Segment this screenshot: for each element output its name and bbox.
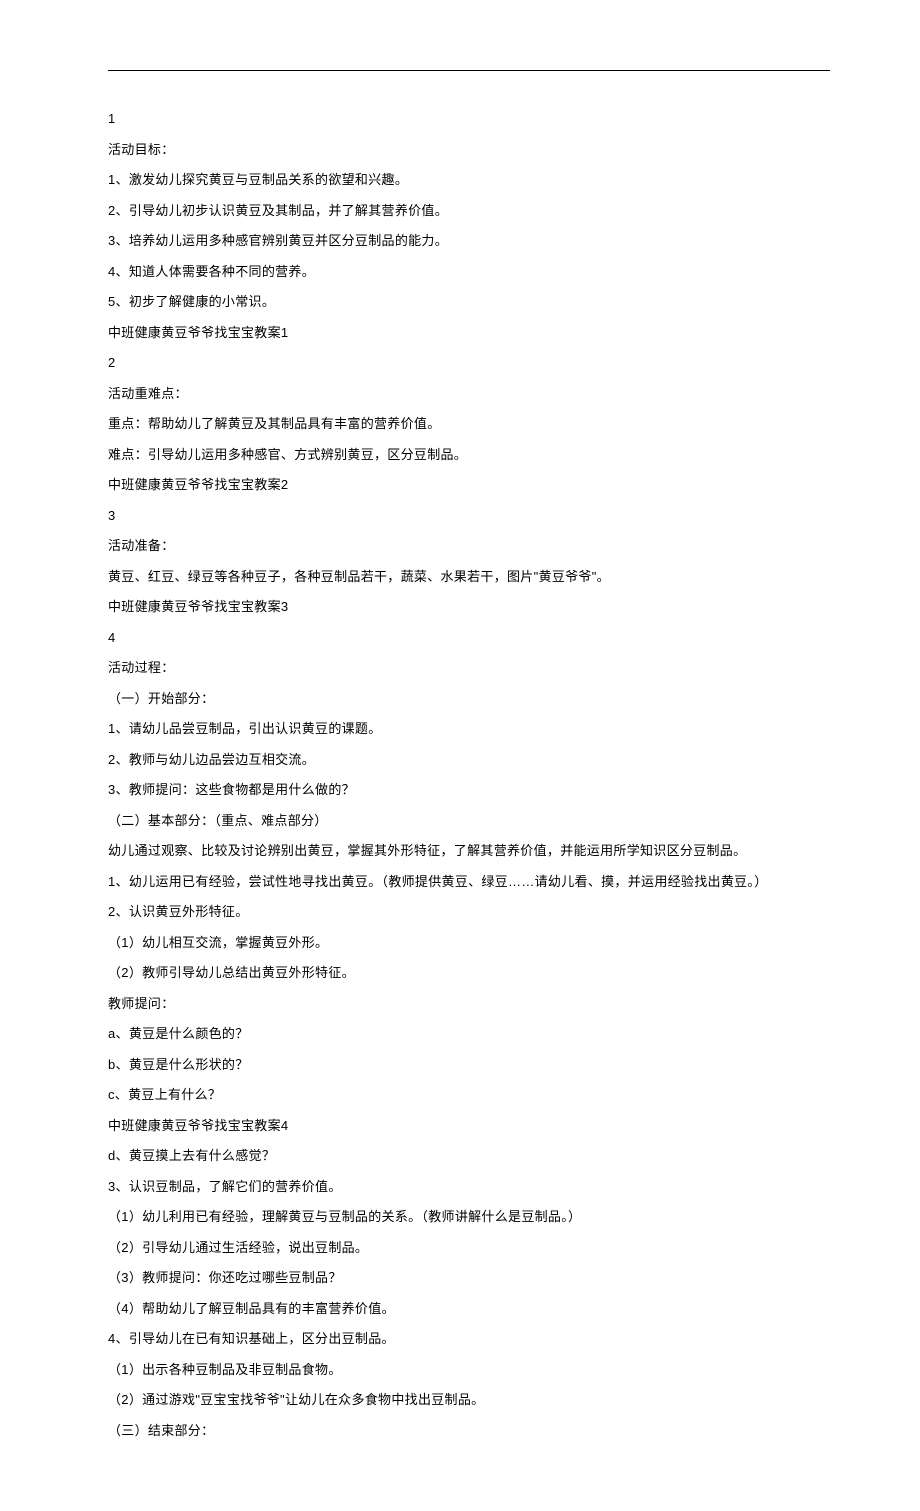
text-line: 5、初步了解健康的小常识。 <box>108 292 830 312</box>
text-line: （3）教师提问：你还吃过哪些豆制品？ <box>108 1268 830 1288</box>
text-line: b、黄豆是什么形状的？ <box>108 1055 830 1075</box>
text-line: 2、教师与幼儿边品尝边互相交流。 <box>108 750 830 770</box>
text-line: 黄豆、红豆、绿豆等各种豆子，各种豆制品若干，蔬菜、水果若干，图片"黄豆爷爷"。 <box>108 567 830 587</box>
text-line: a、黄豆是什么颜色的？ <box>108 1024 830 1044</box>
text-line: 3、教师提问：这些食物都是用什么做的？ <box>108 780 830 800</box>
text-line: （4）帮助幼儿了解豆制品具有的丰富营养价值。 <box>108 1299 830 1319</box>
text-line: 4、引导幼儿在已有知识基础上，区分出豆制品。 <box>108 1329 830 1349</box>
top-divider <box>108 70 830 71</box>
text-line: 2、引导幼儿初步认识黄豆及其制品，并了解其营养价值。 <box>108 201 830 221</box>
text-line: 难点：引导幼儿运用多种感官、方式辨别黄豆，区分豆制品。 <box>108 445 830 465</box>
text-line: （1）幼儿利用已有经验，理解黄豆与豆制品的关系。（教师讲解什么是豆制品。） <box>108 1207 830 1227</box>
text-line: 4、知道人体需要各种不同的营养。 <box>108 262 830 282</box>
document-content: 1 活动目标： 1、激发幼儿探究黄豆与豆制品关系的欲望和兴趣。 2、引导幼儿初步认识黄… <box>108 109 830 1440</box>
text-line: 活动准备： <box>108 536 830 556</box>
text-line: c、黄豆上有什么？ <box>108 1085 830 1105</box>
text-line: （一）开始部分： <box>108 689 830 709</box>
text-line: （2）通过游戏"豆宝宝找爷爷"让幼儿在众多食物中找出豆制品。 <box>108 1390 830 1410</box>
text-line: 活动过程： <box>108 658 830 678</box>
text-line: （2）引导幼儿通过生活经验，说出豆制品。 <box>108 1238 830 1258</box>
text-line: 3 <box>108 506 830 526</box>
text-line: （三）结束部分： <box>108 1421 830 1441</box>
text-line: 3、培养幼儿运用多种感官辨别黄豆并区分豆制品的能力。 <box>108 231 830 251</box>
text-line: 4 <box>108 628 830 648</box>
text-line: 中班健康黄豆爷爷找宝宝教案4 <box>108 1116 830 1136</box>
text-line: 1、幼儿运用已有经验，尝试性地寻找出黄豆。（教师提供黄豆、绿豆……请幼儿看、摸，… <box>108 872 830 892</box>
text-line: （二）基本部分：（重点、难点部分） <box>108 811 830 831</box>
document-page: 1 活动目标： 1、激发幼儿探究黄豆与豆制品关系的欲望和兴趣。 2、引导幼儿初步认识黄… <box>0 0 920 1511</box>
text-line: （2）教师引导幼儿总结出黄豆外形特征。 <box>108 963 830 983</box>
text-line: （1）出示各种豆制品及非豆制品食物。 <box>108 1360 830 1380</box>
text-line: （1）幼儿相互交流，掌握黄豆外形。 <box>108 933 830 953</box>
text-line: 2、认识黄豆外形特征。 <box>108 902 830 922</box>
text-line: 中班健康黄豆爷爷找宝宝教案2 <box>108 475 830 495</box>
text-line: d、黄豆摸上去有什么感觉？ <box>108 1146 830 1166</box>
text-line: 活动目标： <box>108 140 830 160</box>
text-line: 教师提问： <box>108 994 830 1014</box>
text-line: 幼儿通过观察、比较及讨论辨别出黄豆，掌握其外形特征，了解其营养价值，并能运用所学… <box>108 841 830 861</box>
text-line: 中班健康黄豆爷爷找宝宝教案3 <box>108 597 830 617</box>
text-line: 活动重难点： <box>108 384 830 404</box>
text-line: 重点：帮助幼儿了解黄豆及其制品具有丰富的营养价值。 <box>108 414 830 434</box>
text-line: 中班健康黄豆爷爷找宝宝教案1 <box>108 323 830 343</box>
text-line: 1、请幼儿品尝豆制品，引出认识黄豆的课题。 <box>108 719 830 739</box>
text-line: 2 <box>108 353 830 373</box>
text-line: 1 <box>108 109 830 129</box>
text-line: 3、认识豆制品，了解它们的营养价值。 <box>108 1177 830 1197</box>
text-line: 1、激发幼儿探究黄豆与豆制品关系的欲望和兴趣。 <box>108 170 830 190</box>
